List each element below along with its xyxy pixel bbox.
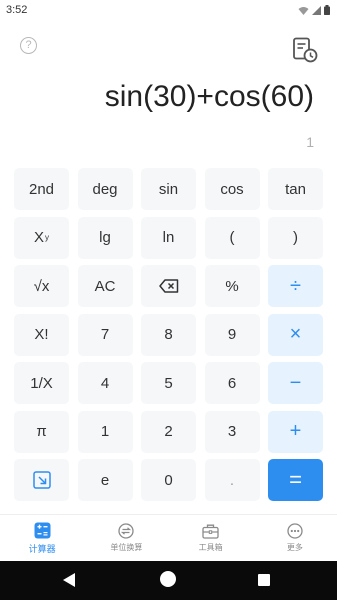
key-cos[interactable]: cos [204,168,260,210]
back-icon[interactable] [63,573,76,587]
backspace-icon [158,279,178,293]
key-reciprocal[interactable]: 1/X [14,362,69,404]
key-2nd[interactable]: 2nd [14,168,69,210]
key-1[interactable]: 1 [77,410,133,453]
key-equals[interactable]: = [268,459,323,501]
key-power-base: X [33,229,44,246]
keypad: 2nd deg sin cos tan Xy lg ln ( ) √x AC %… [14,168,323,501]
tab-toolbox-label: 工具箱 [198,542,223,552]
key-power[interactable]: Xy [14,216,69,259]
key-dot[interactable]: . [204,459,260,501]
calculator-icon [34,522,51,538]
more-icon [287,523,303,539]
key-tan[interactable]: tan [268,168,323,210]
key-4[interactable]: 4 [77,362,133,404]
key-7[interactable]: 7 [77,313,133,356]
key-left-paren[interactable]: ( [204,216,260,259]
collapse-arrow-icon [32,471,51,489]
result-display: 1 [306,134,314,150]
key-sin[interactable]: sin [141,168,196,210]
key-ln[interactable]: ln [141,216,196,259]
tab-more-label: 更多 [286,543,303,552]
tab-unit-conversion-label: 单位换算 [110,543,143,552]
key-factorial[interactable]: X! [14,313,69,356]
status-bar: 3:52 [0,0,337,22]
key-ac[interactable]: AC [77,265,133,307]
tab-unit-conversion[interactable]: 单位换算 [84,515,168,561]
recent-apps-icon[interactable] [258,574,270,586]
history-icon[interactable] [292,37,318,63]
key-9[interactable]: 9 [204,313,260,356]
key-lg[interactable]: lg [77,216,133,259]
key-8[interactable]: 8 [141,313,196,356]
home-icon[interactable] [160,571,176,587]
expression-display: sin(30)+cos(60) [104,80,314,113]
system-nav-bar [0,561,337,600]
key-sqrt[interactable]: √x [14,265,69,307]
key-5[interactable]: 5 [141,362,196,404]
status-icons [298,5,330,15]
key-plus[interactable]: + [268,410,323,453]
bottom-tab-bar: 计算器 单位换算 工具箱 更多 [0,514,337,561]
unit-convert-icon [118,523,135,539]
key-power-exponent: y [45,233,49,242]
key-deg[interactable]: deg [77,168,133,210]
wifi-icon [298,6,309,15]
battery-icon [324,5,330,15]
key-percent[interactable]: % [204,265,260,307]
key-multiply[interactable]: × [268,313,323,356]
key-6[interactable]: 6 [204,362,260,404]
key-collapse[interactable] [14,459,69,501]
tab-toolbox[interactable]: 工具箱 [169,515,253,561]
key-divide[interactable]: ÷ [268,265,323,307]
status-time: 3:52 [6,4,28,16]
tab-calculator-label: 计算器 [28,543,56,554]
help-icon[interactable]: ? [20,37,37,54]
tab-calculator[interactable]: 计算器 [0,515,84,561]
key-e[interactable]: e [77,459,133,501]
key-right-paren[interactable]: ) [268,216,323,259]
tab-more[interactable]: 更多 [253,515,337,561]
key-pi[interactable]: π [14,410,69,453]
key-3[interactable]: 3 [204,410,260,453]
toolbox-icon [202,524,219,539]
key-minus[interactable]: − [268,362,323,404]
key-backspace[interactable] [141,265,196,307]
signal-icon [312,5,321,15]
key-0[interactable]: 0 [141,459,196,501]
key-2[interactable]: 2 [141,410,196,453]
